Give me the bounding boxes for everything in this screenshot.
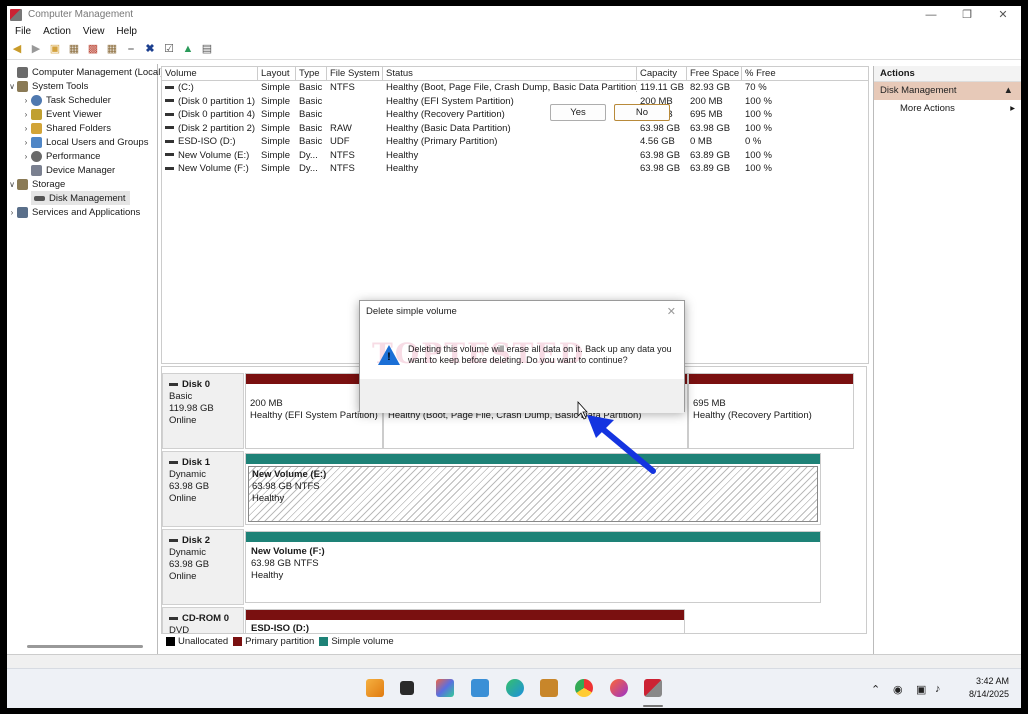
display-icon[interactable]: ▣ [916,683,926,696]
clock-time: 3:42 AM [975,676,1009,686]
task-view-icon[interactable] [400,681,414,695]
chrome-icon[interactable] [575,679,593,697]
computer-management-taskbar-icon[interactable] [644,679,662,697]
system-clock[interactable]: 3:42 AM 8/14/2025 [969,675,1009,701]
volume-icon[interactable]: ♪ [935,683,941,695]
desktop-screen: Computer Management — ❐ ✕ File Action Vi… [7,6,1021,708]
mouse-cursor-icon [577,400,588,420]
copilot-icon[interactable] [436,679,454,697]
start-icon[interactable] [366,679,384,697]
edge-icon[interactable] [506,679,524,697]
firefox-icon[interactable] [610,679,628,697]
taskbar: ⌃ ◉ ▣ ♪ 3:42 AM 8/14/2025 [7,668,1021,708]
clock-date: 8/14/2025 [968,689,1009,699]
store-icon[interactable] [540,679,558,697]
file-explorer-icon[interactable] [471,679,489,697]
network-icon[interactable]: ◉ [893,683,903,696]
chevron-up-icon[interactable]: ⌃ [871,683,880,696]
annotation-arrow-icon [577,400,656,474]
